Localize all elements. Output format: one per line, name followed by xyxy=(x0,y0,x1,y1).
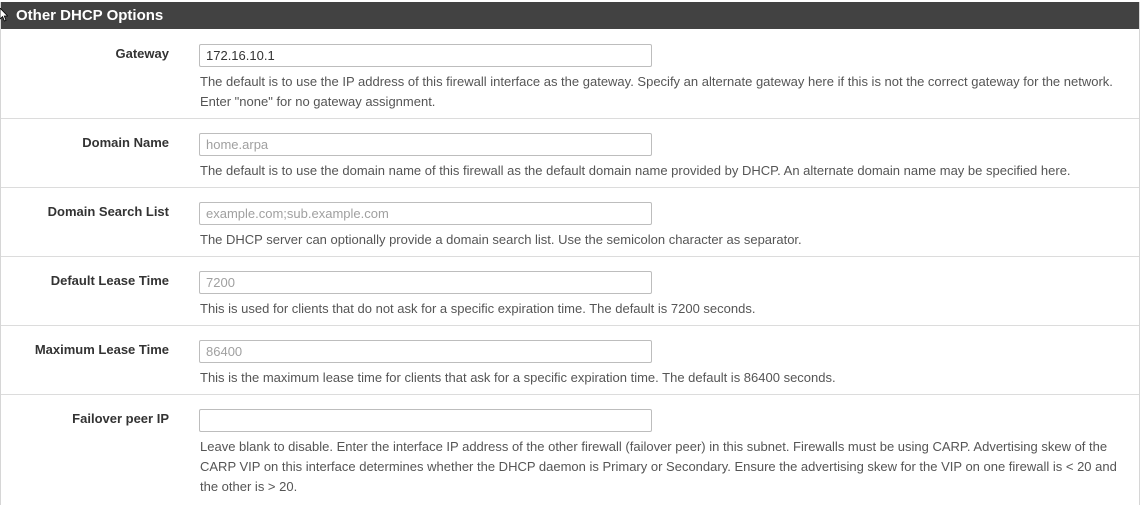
failover-peer-ip-help-text: Leave blank to disable. Enter the interf… xyxy=(200,439,1117,494)
default-lease-time-input[interactable] xyxy=(199,271,652,294)
gateway-help-text: The default is to use the IP address of … xyxy=(200,74,1113,109)
domain-name-label: Domain Name xyxy=(82,135,169,150)
failover-peer-ip-label: Failover peer IP xyxy=(72,411,169,426)
domain-search-list-help-text: The DHCP server can optionally provide a… xyxy=(200,232,802,247)
failover-peer-ip-row: Failover peer IP Leave blank to disable.… xyxy=(1,395,1139,503)
maximum-lease-time-input[interactable] xyxy=(199,340,652,363)
domain-search-list-row: Domain Search List The DHCP server can o… xyxy=(1,188,1139,257)
maximum-lease-time-label: Maximum Lease Time xyxy=(34,342,169,357)
maximum-lease-time-row: Maximum Lease Time This is the maximum l… xyxy=(1,326,1139,395)
panel-title: Other DHCP Options xyxy=(16,7,164,24)
mouse-cursor-icon xyxy=(0,8,8,22)
failover-peer-ip-input[interactable] xyxy=(199,409,652,432)
gateway-input[interactable] xyxy=(199,44,652,67)
panel-heading: Other DHCP Options xyxy=(0,2,1139,29)
default-lease-time-label: Default Lease Time xyxy=(50,273,169,288)
maximum-lease-time-help-text: This is the maximum lease time for clien… xyxy=(200,370,836,385)
default-lease-time-help-text: This is used for clients that do not ask… xyxy=(200,301,756,316)
domain-name-input[interactable] xyxy=(199,133,652,156)
domain-name-help-text: The default is to use the domain name of… xyxy=(200,163,1071,178)
gateway-label: Gateway xyxy=(115,46,169,61)
gateway-row: Gateway The default is to use the IP add… xyxy=(1,29,1139,119)
dhcp-options-panel: Other DHCP Options Gateway The default i… xyxy=(0,2,1140,505)
domain-name-row: Domain Name The default is to use the do… xyxy=(1,119,1139,188)
default-lease-time-row: Default Lease Time This is used for clie… xyxy=(1,257,1139,326)
domain-search-list-label: Domain Search List xyxy=(47,204,169,219)
domain-search-list-input[interactable] xyxy=(199,202,652,225)
